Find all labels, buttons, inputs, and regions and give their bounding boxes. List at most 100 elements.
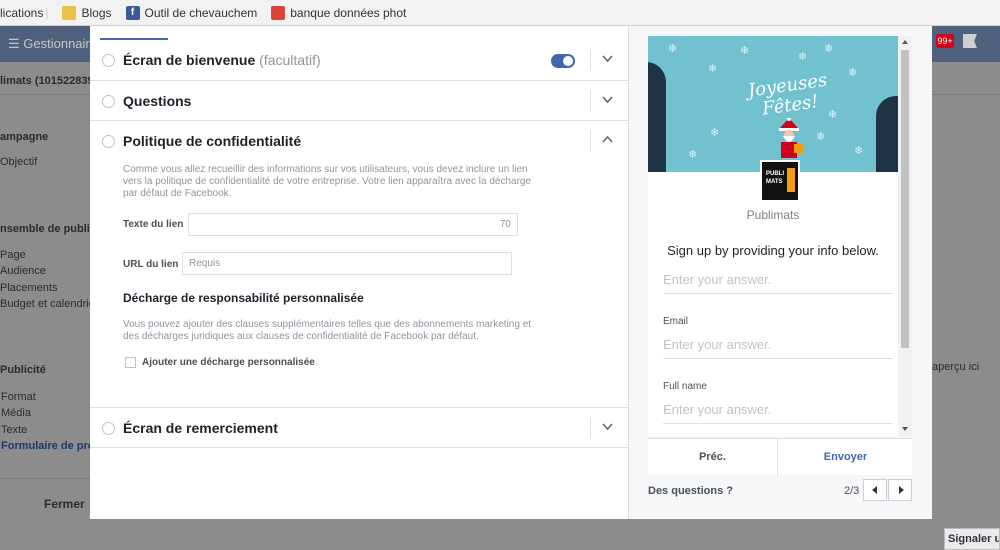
report-button[interactable]: Signaler un	[944, 528, 1000, 550]
section-welcome-screen[interactable]: Écran de bienvenue (facultatif)	[90, 40, 628, 81]
questions-link[interactable]: Des questions ?	[648, 485, 733, 497]
section-title-text: Écran de bienvenue	[123, 52, 256, 68]
char-counter: 70	[499, 219, 511, 230]
adset-item-budget[interactable]: Budget et calendrier	[0, 298, 98, 310]
bookmark-label: Blogs	[81, 5, 112, 20]
divider	[590, 130, 591, 152]
person-right-image	[876, 96, 898, 172]
banner-text: Joyeuses Fêtes!	[746, 69, 829, 120]
preview-hint: aperçu ici	[932, 361, 980, 373]
disclaimer-heading: Décharge de responsabilité personnalisée	[123, 291, 364, 305]
divider	[930, 94, 1000, 95]
snowflake-icon: ❄	[710, 127, 720, 139]
prev-preview-button[interactable]	[863, 479, 887, 501]
ad-item-text[interactable]: Texte	[1, 424, 27, 436]
full-name-field[interactable]: Enter your answer.	[663, 402, 893, 424]
objective-item[interactable]: Objectif	[0, 156, 37, 168]
next-preview-button[interactable]	[888, 479, 912, 501]
ad-item-lead-form[interactable]: Formulaire de pros	[1, 440, 101, 452]
caret-left-icon	[872, 486, 877, 494]
bookmark-applications[interactable]: lications |	[0, 6, 48, 20]
notification-badge[interactable]: 99+	[936, 34, 954, 48]
section-privacy-policy: Politique de confidentialité Comme vous …	[90, 121, 628, 408]
section-title: Questions	[123, 93, 192, 109]
page-name: Publimats	[746, 208, 800, 222]
divider	[590, 90, 591, 112]
snowflake-icon: ❄	[668, 43, 678, 55]
field-label-email: Email	[663, 316, 689, 327]
snowflake-icon: ❄	[740, 45, 750, 57]
ad-item-format[interactable]: Format	[1, 391, 36, 403]
snowflake-icon: ❄	[854, 145, 864, 157]
account-name: limats (1015228393	[0, 75, 100, 87]
section-title: Écran de remerciement	[123, 420, 278, 436]
chevron-down-icon[interactable]	[602, 421, 613, 432]
link-text-label: Texte du lien	[123, 219, 184, 230]
page-logo: PUBLI MATS	[760, 160, 800, 202]
ad-item-media[interactable]: Média	[1, 407, 31, 419]
welcome-toggle[interactable]	[551, 54, 575, 68]
disclaimer-checkbox-label[interactable]: Ajouter une décharge personnalisée	[142, 357, 315, 368]
preview-screen: ❄ ❄ ❄ ❄ ❄ ❄ ❄ ❄ ❄ ❄ ❄ Joyeuses Fêtes! PU…	[648, 36, 912, 436]
chevron-down-icon[interactable]	[602, 53, 613, 64]
bookmark-blogs[interactable]: Blogs	[62, 5, 112, 20]
scroll-down-icon[interactable]	[902, 427, 908, 431]
bookmark-red-icon	[271, 5, 286, 20]
logo-accent	[787, 168, 795, 192]
cover-image: ❄ ❄ ❄ ❄ ❄ ❄ ❄ ❄ ❄ ❄ ❄ Joyeuses Fêtes!	[648, 36, 898, 172]
optional-label: (facultatif)	[259, 52, 321, 68]
snowflake-icon: ❄	[824, 43, 834, 55]
email-field[interactable]: Enter your answer.	[663, 337, 893, 359]
adset-item-placements[interactable]: Placements	[0, 282, 57, 294]
close-button[interactable]: Fermer	[44, 497, 85, 511]
snowflake-icon: ❄	[798, 51, 808, 63]
bookmark-label: Outil de chevauchem	[144, 5, 258, 20]
preview-nav: Préc. Envoyer	[648, 438, 912, 476]
form-preview: ❄ ❄ ❄ ❄ ❄ ❄ ❄ ❄ ❄ ❄ ❄ Joyeuses Fêtes! PU…	[628, 26, 932, 519]
bookmarks-bar: lications | Blogs f Outil de chevauchem ba…	[0, 0, 1000, 26]
adset-item-audience[interactable]: Audience	[0, 265, 46, 277]
divider	[590, 417, 591, 439]
preview-pager: 2/3	[844, 485, 860, 497]
campaign-heading: ampagne	[0, 131, 49, 143]
answer-field[interactable]: Enter your answer.	[663, 272, 893, 294]
section-thank-you-screen[interactable]: Écran de remerciement	[90, 408, 628, 448]
scroll-up-icon[interactable]	[902, 40, 908, 44]
bookmark-outil[interactable]: f Outil de chevauchem	[125, 5, 258, 20]
link-url-input[interactable]: Requis	[182, 252, 512, 275]
bookmark-banque[interactable]: banque données phot	[271, 5, 407, 20]
lead-form-modal: Écran de bienvenue (facultatif) Question…	[90, 26, 932, 519]
link-url-placeholder: Requis	[189, 258, 221, 269]
adset-heading: nsemble de publicit	[0, 223, 103, 235]
disclaimer-checkbox[interactable]	[125, 357, 136, 368]
bookmark-label: lications	[0, 5, 44, 20]
snowflake-icon: ❄	[848, 67, 858, 79]
disclaimer-description: Vous pouvez ajouter des clauses suppléme…	[123, 319, 532, 342]
form-editor: Écran de bienvenue (facultatif) Question…	[90, 26, 628, 519]
link-url-label: URL du lien	[123, 259, 179, 270]
header-title[interactable]: ☰ Gestionnaire	[8, 36, 97, 52]
divider	[0, 94, 90, 95]
folder-icon	[62, 5, 77, 20]
snowflake-icon: ❄	[688, 149, 698, 161]
separator: |	[45, 5, 49, 20]
section-questions[interactable]: Questions	[90, 81, 628, 121]
person-left-image	[648, 62, 666, 172]
privacy-description: Comme vous allez recueillir des informat…	[123, 164, 532, 199]
section-status-radio	[102, 135, 115, 148]
previous-button[interactable]: Préc.	[648, 439, 778, 476]
link-text-input[interactable]: 70	[188, 213, 518, 236]
submit-button[interactable]: Envoyer	[779, 439, 912, 476]
chevron-down-icon[interactable]	[602, 94, 613, 105]
scrollbar-thumb[interactable]	[901, 50, 909, 348]
preview-scrollbar[interactable]	[898, 36, 912, 436]
section-title[interactable]: Politique de confidentialité	[123, 133, 301, 149]
section-status-radio	[102, 54, 115, 67]
bookmark-label: banque données phot	[290, 5, 407, 20]
divider	[0, 478, 90, 479]
facebook-icon: f	[125, 5, 140, 20]
section-title: Écran de bienvenue (facultatif)	[123, 52, 321, 68]
chevron-up-icon[interactable]	[602, 134, 613, 145]
adset-item-page[interactable]: Page	[0, 249, 26, 261]
caret-right-icon	[899, 486, 904, 494]
